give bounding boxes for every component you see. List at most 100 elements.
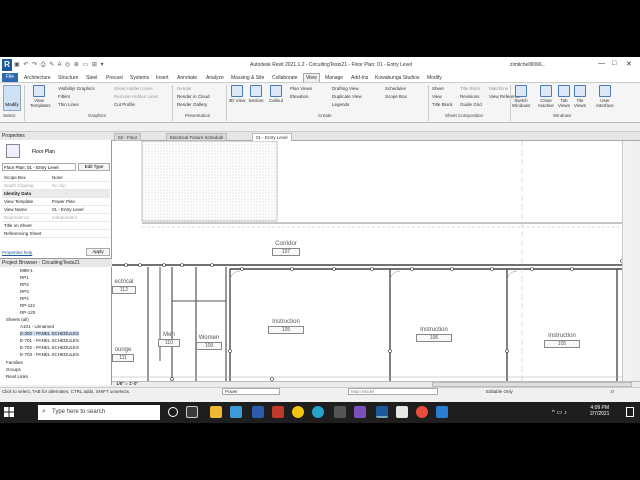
room-tag-corridor[interactable]: Corridor 107 bbox=[272, 241, 300, 256]
view-templates-button[interactable]: View Templates bbox=[30, 85, 51, 108]
prop-group-identity-data[interactable]: Identity Data bbox=[2, 190, 110, 198]
system-tray-icons[interactable]: ^ ▭ ♪ bbox=[552, 409, 567, 416]
visual-studio-icon[interactable] bbox=[354, 406, 366, 418]
store-icon[interactable] bbox=[230, 406, 242, 418]
modify-button[interactable]: Modify bbox=[3, 85, 21, 111]
tree-node-sheets[interactable]: Sheets (all) bbox=[6, 317, 29, 322]
notepad-icon[interactable] bbox=[396, 406, 408, 418]
callout-button[interactable]: Callout bbox=[267, 85, 285, 103]
guide-grid-button[interactable]: Guide Grid bbox=[460, 102, 482, 107]
powerpoint-icon[interactable] bbox=[272, 406, 284, 418]
tab-analyze[interactable]: Analyze bbox=[204, 74, 226, 82]
revit-logo-icon[interactable]: R bbox=[2, 59, 12, 71]
workset-dropdown[interactable]: Power bbox=[222, 388, 280, 395]
section-button[interactable]: Section bbox=[247, 85, 265, 103]
taskbar-clock[interactable]: 4:09 PM 2/7/2021 bbox=[590, 405, 609, 417]
chrome-icon[interactable] bbox=[292, 406, 304, 418]
scope-box-button[interactable]: Scope Box bbox=[385, 94, 407, 99]
tab-electrical-fixture-schedule[interactable]: Electrical Fixture Schedule bbox=[166, 133, 228, 141]
cortana-icon[interactable] bbox=[168, 407, 178, 417]
legends-button[interactable]: Legends bbox=[332, 102, 349, 107]
list-item[interactable]: RP-112 bbox=[20, 303, 35, 308]
sheet-button[interactable]: Sheet bbox=[432, 86, 444, 91]
list-item[interactable]: RP2 bbox=[20, 282, 29, 287]
tile-views-button[interactable]: Tile Views bbox=[571, 85, 589, 108]
list-item[interactable]: E-702 - PANEL SCHEDULES bbox=[20, 345, 79, 350]
drawing-canvas[interactable]: Corridor 107 Instruction 105 Instruction 10… bbox=[112, 140, 632, 381]
file-explorer-icon[interactable] bbox=[210, 406, 222, 418]
prop-row[interactable]: Title on Sheet bbox=[2, 222, 110, 230]
elevation-button[interactable]: Elevation bbox=[290, 94, 309, 99]
room-tag-men[interactable]: Men 110 bbox=[158, 332, 180, 347]
3d-view-button[interactable]: 3D View bbox=[228, 85, 246, 103]
apply-button[interactable]: Apply bbox=[86, 248, 110, 256]
tab-collaborate[interactable]: Collaborate bbox=[270, 74, 300, 82]
list-item[interactable]: E-703 - PANEL SCHEDULES bbox=[20, 352, 79, 357]
windows-start-icon[interactable] bbox=[4, 407, 14, 417]
task-view-icon[interactable] bbox=[186, 406, 198, 418]
list-item[interactable]: RP-120 bbox=[20, 310, 35, 315]
quick-access-toolbar[interactable]: ▣ ↶ ↷ ⎙ ✎ A ◎ ⊕ ▭ ⊞ ▾ bbox=[14, 61, 105, 69]
room-tag-lounge[interactable]: ounge 111 bbox=[112, 347, 134, 362]
prop-row[interactable]: Depth Clipping No clip bbox=[2, 182, 110, 190]
switch-windows-button[interactable]: Switch Windows bbox=[512, 85, 530, 108]
show-hidden-lines-button[interactable]: Show Hidden Lines bbox=[114, 86, 153, 91]
room-tag-women[interactable]: Women 109 bbox=[196, 335, 222, 350]
taskbar-search[interactable]: ⌕ Type here to search bbox=[38, 405, 160, 420]
minimize-icon[interactable]: — bbox=[598, 60, 605, 67]
render-in-cloud-button[interactable]: Render in Cloud bbox=[177, 94, 210, 99]
user-interface-button[interactable]: User Interface bbox=[596, 85, 614, 108]
outlook-icon[interactable] bbox=[436, 406, 448, 418]
tree-node-groups[interactable]: Groups bbox=[6, 367, 21, 372]
visibility-graphics-button[interactable]: Visibility/ Graphics bbox=[58, 86, 95, 91]
vertical-scrollbar[interactable] bbox=[622, 141, 632, 381]
tab-precast[interactable]: Precast bbox=[104, 74, 125, 82]
revisions-button[interactable]: Revisions bbox=[460, 94, 480, 99]
panel-select[interactable]: Select bbox=[3, 113, 16, 118]
prop-row[interactable]: Dependency Independent bbox=[2, 214, 110, 222]
list-item[interactable]: M98-1 bbox=[20, 268, 33, 273]
schedules-button[interactable]: Schedules bbox=[385, 86, 406, 91]
filter-count[interactable]: :0 bbox=[610, 389, 614, 394]
duplicate-view-button[interactable]: Duplicate View bbox=[332, 94, 362, 99]
tab-02-floor[interactable]: 02 - Floor bbox=[114, 133, 142, 141]
tab-massing-site[interactable]: Massing & Site bbox=[229, 74, 266, 82]
edit-type-button[interactable]: Edit Type bbox=[78, 163, 110, 171]
tab-modify[interactable]: Modify bbox=[425, 74, 444, 82]
thin-lines-button[interactable]: Thin Lines bbox=[58, 102, 79, 107]
edge-icon[interactable] bbox=[312, 406, 324, 418]
list-item[interactable]: RP1 bbox=[20, 275, 29, 280]
user-name[interactable]: zimtichell9066... bbox=[510, 62, 546, 68]
revit-taskbar-icon[interactable] bbox=[376, 406, 388, 418]
tab-systems[interactable]: Systems bbox=[128, 74, 151, 82]
tab-insert[interactable]: Insert bbox=[154, 74, 171, 82]
tab-kowabunga-studios[interactable]: Kowabunga Studios bbox=[373, 74, 421, 82]
tab-manage[interactable]: Manage bbox=[323, 74, 345, 82]
drafting-view-button[interactable]: Drafting View bbox=[332, 86, 359, 91]
plan-views-button[interactable]: Plan Views bbox=[290, 86, 312, 91]
settings-icon[interactable] bbox=[334, 406, 346, 418]
tab-view[interactable]: View bbox=[303, 73, 320, 82]
matchline-button[interactable]: Matchline bbox=[489, 86, 508, 91]
tree-node-families[interactable]: Families bbox=[6, 360, 23, 365]
view-scale[interactable]: 1/8" = 1'-0" bbox=[116, 381, 138, 386]
room-tag-electrical[interactable]: ectrical 112 bbox=[112, 279, 136, 294]
recorder-icon[interactable] bbox=[416, 406, 428, 418]
editable-only-checkbox[interactable]: Editable Only bbox=[486, 389, 513, 394]
notifications-icon[interactable] bbox=[626, 407, 634, 417]
tab-architecture[interactable]: Architecture bbox=[22, 74, 53, 82]
prop-row[interactable]: Referencing Sheet bbox=[2, 230, 110, 238]
tab-01-entry-level[interactable]: 01 - Entry Level bbox=[252, 133, 292, 141]
maximize-icon[interactable]: □ bbox=[612, 60, 616, 67]
render-button[interactable]: Render bbox=[177, 86, 192, 91]
close-icon[interactable]: ✕ bbox=[626, 60, 632, 68]
room-tag-instruction[interactable]: Instruction 105 bbox=[544, 333, 580, 348]
prop-row[interactable]: View Template Power Plan bbox=[2, 198, 110, 206]
view-button[interactable]: View bbox=[432, 94, 442, 99]
design-option-dropdown[interactable]: Main Model bbox=[348, 388, 438, 395]
render-gallery-button[interactable]: Render Gallery bbox=[177, 102, 207, 107]
word-icon[interactable] bbox=[252, 406, 264, 418]
list-item-selected[interactable]: E-200 - PANEL SCHEDULES bbox=[20, 331, 80, 336]
tab-steel[interactable]: Steel bbox=[84, 74, 99, 82]
list-item[interactable]: A101 - Unnamed bbox=[20, 324, 54, 329]
